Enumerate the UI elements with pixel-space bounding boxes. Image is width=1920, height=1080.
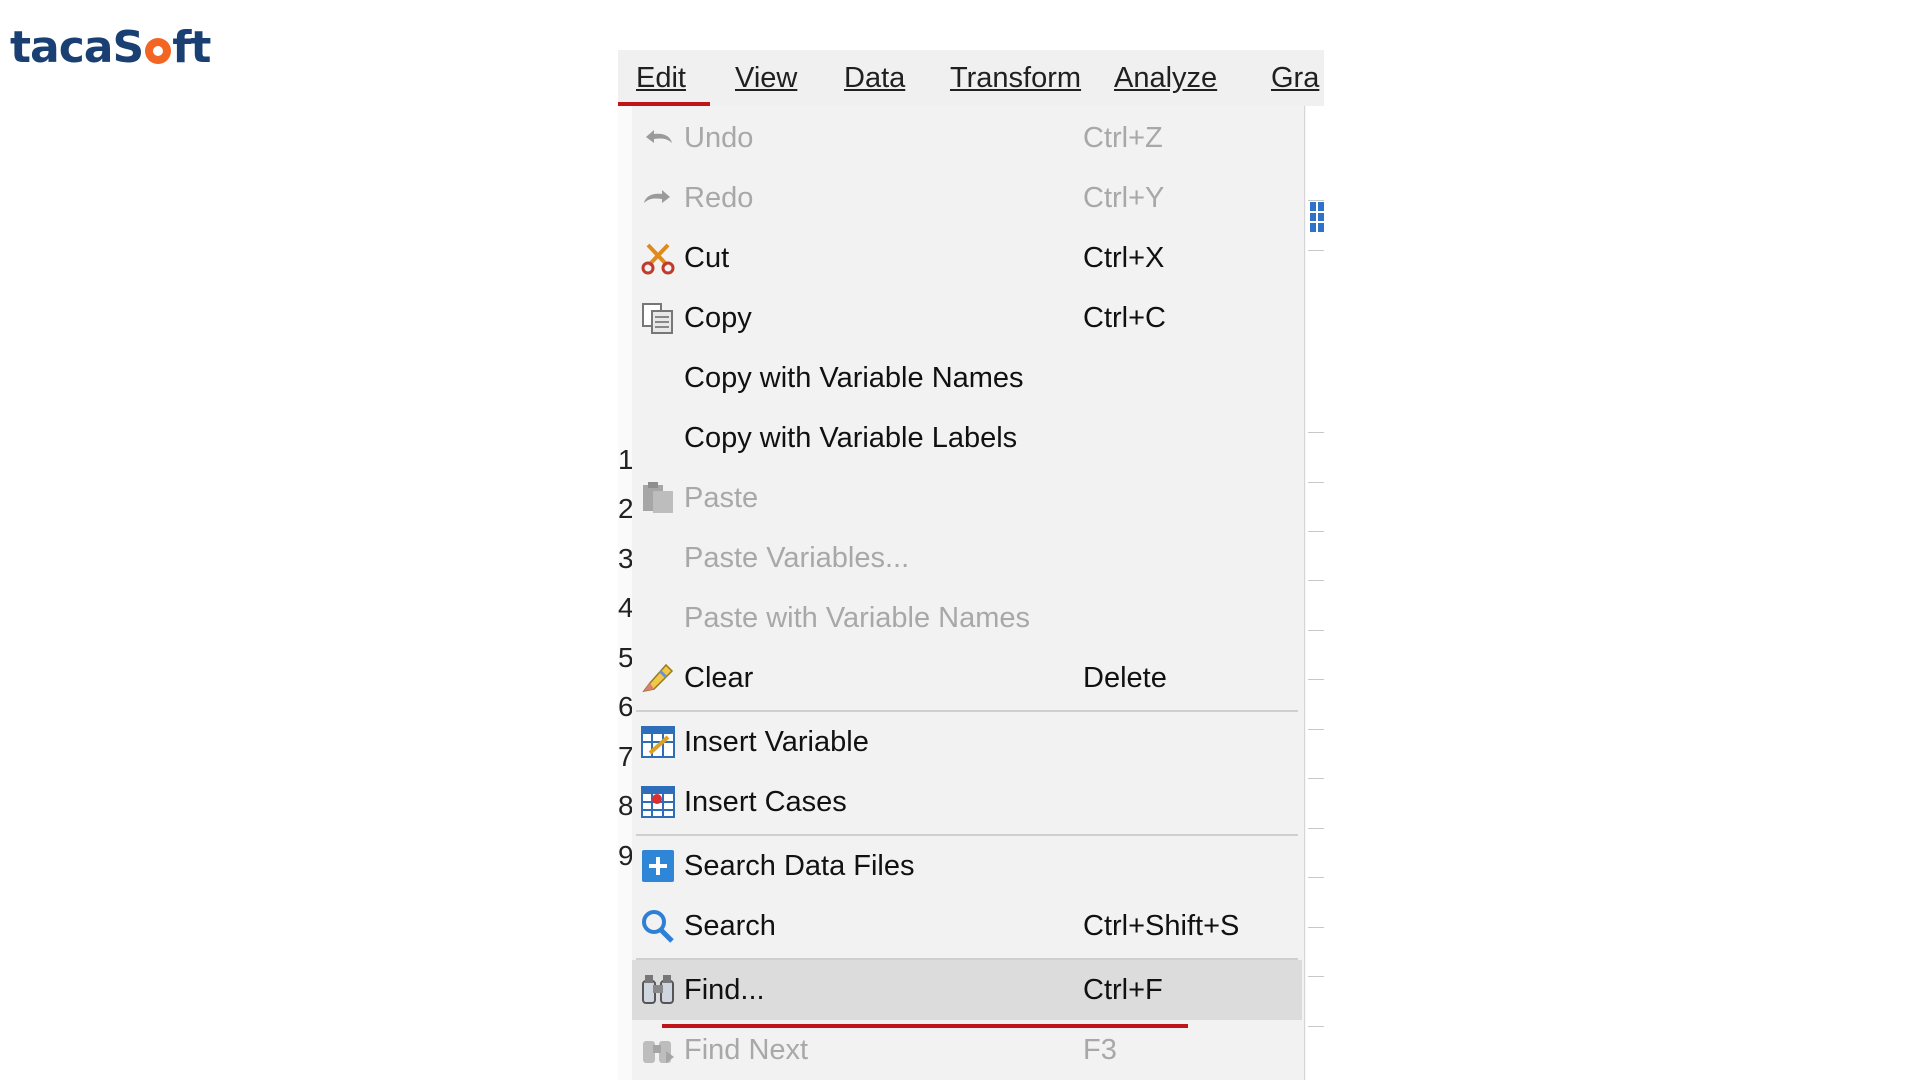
menu-item-label: Paste with Variable Names (684, 602, 1031, 634)
menu-item-insert-cases[interactable]: Insert Cases (632, 772, 1302, 832)
copy-icon (642, 303, 673, 334)
menu-item-label: Find... (684, 974, 765, 1006)
menu-item-label: Cut (684, 242, 730, 274)
undo-icon (646, 130, 672, 143)
menu-item-undo[interactable]: Undo Ctrl+Z (632, 108, 1302, 168)
row-number-column: 1 2 3 4 5 6 7 8 9 (618, 106, 634, 1080)
menu-data[interactable]: Data (844, 50, 905, 106)
eraser-icon (642, 663, 674, 693)
insert-variable-icon (641, 726, 675, 758)
redo-icon (644, 190, 670, 203)
find-highlight-underline (662, 1024, 1188, 1028)
menu-item-paste-variables[interactable]: Paste Variables... (632, 528, 1302, 588)
spss-window-crop: Edit View Data Transform Analyze Gra 1 2… (618, 50, 1324, 1080)
menu-item-shortcut: Ctrl+X (1083, 242, 1165, 274)
menu-item-insert-variable[interactable]: Insert Variable (632, 712, 1302, 772)
menu-transform[interactable]: Transform (950, 50, 1081, 106)
grid-icon (1310, 202, 1324, 232)
menu-item-cut[interactable]: Cut Ctrl+X (632, 228, 1302, 288)
menu-item-copy[interactable]: Copy Ctrl+C (632, 288, 1302, 348)
menu-item-shortcut: Ctrl+Y (1083, 182, 1165, 214)
menu-edit[interactable]: Edit (636, 50, 686, 106)
menu-item-shortcut: Ctrl+F (1083, 974, 1163, 1006)
menu-item-label: Find Next (684, 1034, 809, 1066)
menu-graphs[interactable]: Gra (1271, 50, 1319, 106)
menu-bar: Edit View Data Transform Analyze Gra (618, 50, 1324, 106)
menu-item-shortcut: F3 (1083, 1034, 1117, 1066)
insert-cases-icon (641, 786, 675, 818)
logo-text-start: taca (10, 22, 113, 73)
paste-icon (643, 482, 673, 513)
menu-item-label: Undo (684, 122, 754, 154)
menu-item-redo[interactable]: Redo Ctrl+Y (632, 168, 1302, 228)
menu-item-paste[interactable]: Paste (632, 468, 1302, 528)
menu-item-label: Search (684, 910, 776, 942)
menu-item-shortcut: Ctrl+Shift+S (1083, 910, 1240, 942)
menu-item-label: Copy with Variable Labels (684, 422, 1018, 454)
menu-item-label: Copy with Variable Names (684, 362, 1024, 394)
menu-item-shortcut: Ctrl+C (1083, 302, 1166, 334)
menu-item-shortcut: Ctrl+Z (1083, 122, 1163, 154)
magnifier-icon (642, 910, 674, 943)
find-next-icon (643, 1041, 674, 1063)
menu-item-copy-with-variable-names[interactable]: Copy with Variable Names (632, 348, 1302, 408)
menu-item-search[interactable]: Search Ctrl+Shift+S (632, 896, 1302, 956)
menu-item-find[interactable]: Find... Ctrl+F (632, 960, 1302, 1020)
menu-item-shortcut: Delete (1083, 662, 1167, 694)
menu-item-label: Paste Variables... (684, 542, 910, 574)
tacasoft-logo: taca Sft (10, 22, 211, 73)
menu-item-label: Copy (684, 302, 752, 334)
edit-menu-dropdown: Undo Ctrl+Z Redo Ctrl+Y Cut Ctrl+X Copy … (632, 106, 1305, 1080)
menu-item-label: Search Data Files (684, 850, 915, 882)
menu-item-label: Paste (684, 482, 759, 514)
menu-item-paste-with-variable-names[interactable]: Paste with Variable Names (632, 588, 1302, 648)
menu-item-label: Insert Variable (684, 726, 869, 758)
menu-analyze[interactable]: Analyze (1114, 50, 1217, 106)
menu-item-clear[interactable]: Clear Delete (632, 648, 1302, 708)
logo-text-end: ft (172, 22, 211, 73)
scissors-icon (641, 243, 675, 275)
menu-view[interactable]: View (735, 50, 797, 106)
menu-item-label: Insert Cases (684, 786, 847, 818)
binoculars-icon (642, 975, 674, 1004)
menu-item-find-next[interactable]: Find Next F3 (632, 1020, 1302, 1080)
data-grid-edge (1306, 106, 1324, 1080)
logo-o-icon (145, 37, 172, 64)
menu-item-label: Redo (684, 182, 754, 214)
menu-item-copy-with-variable-labels[interactable]: Copy with Variable Labels (632, 408, 1302, 468)
menu-item-search-data-files[interactable]: Search Data Files (632, 836, 1302, 896)
menu-item-label: Clear (684, 662, 754, 694)
plus-square-icon (642, 850, 674, 882)
